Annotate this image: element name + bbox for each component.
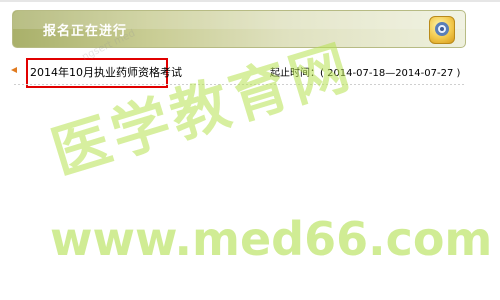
top-divider — [0, 0, 500, 2]
left-arrow-bullet-icon — [11, 67, 17, 73]
page: 报名正在进行 2014年10月执业药师资格考试 起止时间：( 2014-07-1… — [0, 0, 500, 300]
panel-header: 报名正在进行 — [12, 10, 466, 48]
gear-center — [440, 27, 444, 31]
watermark-url: www.med66.com — [50, 212, 493, 266]
gear-badge-icon — [429, 16, 455, 44]
